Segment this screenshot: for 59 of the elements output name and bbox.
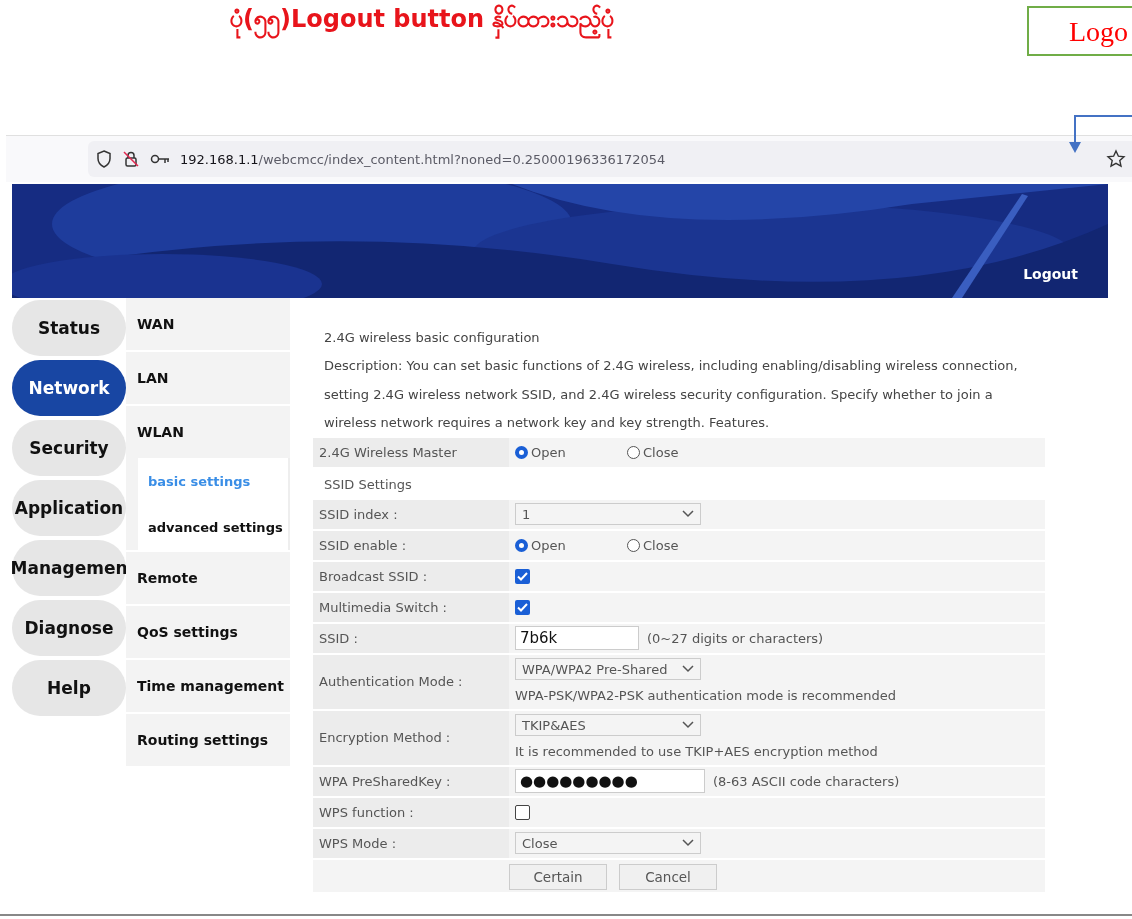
dropdown[interactable]: WPA/WPA2 Pre-Shared <box>515 658 701 680</box>
address-bar[interactable]: 192.168.1.1/webcmcc/index_content.html?noned=0.25000196336172054 <box>88 141 1132 177</box>
field-label: SSID : <box>313 623 509 653</box>
checkbox[interactable] <box>515 599 530 615</box>
field-label: Encryption Method : <box>313 710 509 765</box>
note-text: (0~27 digits or characters) <box>647 630 824 646</box>
sub-menu-item[interactable]: LAN <box>126 352 290 404</box>
form-button[interactable]: Certain <box>509 863 607 890</box>
field-label: Authentication Mode : <box>313 654 509 709</box>
chevron-down-icon <box>682 721 694 729</box>
note-text: (8-63 ASCII code characters) <box>713 773 900 789</box>
star-icon[interactable] <box>1106 149 1126 169</box>
password-field[interactable]: ●●●●●●●●● <box>515 769 705 793</box>
ssid-field[interactable]: 7b6k <box>515 626 639 650</box>
main-menu-item[interactable]: Status <box>12 300 126 356</box>
sub-menu-item[interactable]: Time management <box>126 660 290 712</box>
field-label: 2.4G Wireless Master <box>313 437 509 467</box>
field-label: WPS function : <box>313 797 509 827</box>
checkbox[interactable] <box>515 804 530 820</box>
section-title: 2.4G wireless basic configuration <box>323 329 541 347</box>
field-label: Multimedia Switch : <box>313 592 509 622</box>
field-label: SSID enable : <box>313 530 509 560</box>
sub-menu-child[interactable]: advanced settings <box>138 504 288 550</box>
sub-menu-item[interactable]: Remote <box>126 552 290 604</box>
main-menu-item[interactable]: Help <box>12 660 126 716</box>
radio-option[interactable]: Close <box>627 444 731 460</box>
radio-option[interactable]: Close <box>627 537 731 553</box>
dropdown[interactable]: TKIP&AES <box>515 714 701 736</box>
url-text: 192.168.1.1/webcmcc/index_content.html?noned=0.25000196336172054 <box>180 151 666 167</box>
radio-option[interactable]: Open <box>515 444 619 460</box>
chevron-down-icon <box>682 510 694 518</box>
logout-link[interactable]: Logout <box>1023 266 1078 282</box>
field-label: Broadcast SSID : <box>313 561 509 591</box>
sub-menu-item[interactable]: WAN <box>126 298 290 350</box>
main-menu-item[interactable]: Managemen <box>12 540 126 596</box>
radio-option[interactable]: Open <box>515 537 619 553</box>
field-label: WPS Mode : <box>313 828 509 858</box>
sub-menu-item[interactable]: Routing settings <box>126 714 290 766</box>
hint-text: WPA-PSK/WPA2-PSK authentication mode is recommended <box>514 686 897 705</box>
chevron-down-icon <box>682 665 694 673</box>
field-label: SSID index : <box>313 499 509 529</box>
field-label: WPA PreSharedKey : <box>313 766 509 796</box>
dropdown[interactable]: 1 <box>515 503 701 525</box>
key-icon <box>150 153 170 165</box>
lock-slashed-icon <box>122 150 140 168</box>
form-button[interactable]: Cancel <box>619 863 717 890</box>
main-menu-item[interactable]: Network <box>12 360 126 416</box>
dropdown[interactable]: Close <box>515 832 701 854</box>
main-menu-item[interactable]: Diagnose <box>12 600 126 656</box>
checkbox[interactable] <box>515 568 530 584</box>
sub-menu-item[interactable]: QoS settings <box>126 606 290 658</box>
chevron-down-icon <box>682 839 694 847</box>
description-text: Description: You can set basic functions of 2.4G wireless, including enabling/disabling wireless connection, setting 2.4G wireless network SSID, and 2.4G wireless security configuration. Specify whether to join a wireless network requires a network key and key strength. Features. <box>323 357 1019 432</box>
callout-box: Logo <box>1027 6 1132 56</box>
shield-icon <box>96 150 112 168</box>
hint-text: It is recommended to use TKIP+AES encryption method <box>514 742 879 761</box>
main-menu-item[interactable]: Security <box>12 420 126 476</box>
section-label: SSID Settings <box>323 475 413 494</box>
main-menu-item[interactable]: Application <box>12 480 126 536</box>
